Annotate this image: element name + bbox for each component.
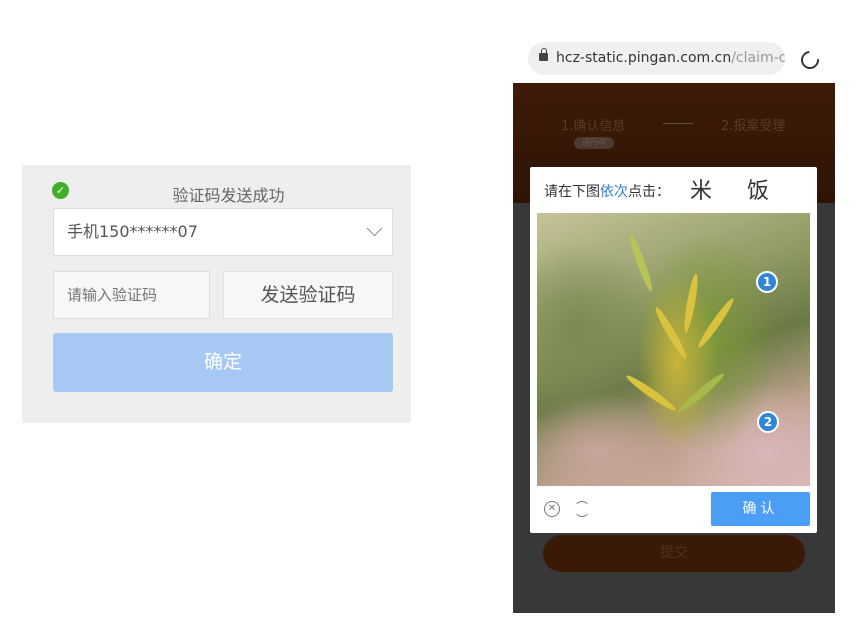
leaf-shape	[652, 305, 690, 361]
submit-button[interactable]: 提交	[543, 535, 805, 572]
leaf-shape	[675, 370, 727, 416]
status-message: 验证码发送成功	[172, 186, 285, 205]
leaf-shape	[624, 372, 678, 414]
leaf-shape	[626, 233, 656, 293]
sms-verification-panel: ✓ 验证码发送成功 手机150******07 发送验证码 确定	[22, 165, 411, 423]
phone-select[interactable]: 手机150******07	[53, 208, 393, 256]
click-marker-1[interactable]: 1	[756, 271, 778, 293]
prompt-highlight: 依次	[600, 184, 628, 200]
prompt-prefix: 请在下图	[544, 184, 600, 200]
captcha-dialog: 请在下图依次点击： 米 饭 1 2 ✕ 确认	[530, 167, 817, 533]
captcha-target-chars: 米 饭	[690, 179, 783, 204]
code-input[interactable]	[53, 271, 210, 319]
prompt-suffix: 点击：	[628, 184, 670, 200]
step-1-badge: 进行中	[574, 137, 614, 149]
url-host: hcz-static.pingan.com.cn	[556, 50, 732, 66]
click-marker-2[interactable]: 2	[757, 411, 779, 433]
step-divider	[663, 123, 693, 124]
leaf-shape	[681, 272, 701, 334]
send-code-button[interactable]: 发送验证码	[223, 271, 393, 319]
captcha-prompt: 请在下图依次点击：	[544, 181, 670, 201]
captcha-image[interactable]: 1 2	[537, 213, 810, 486]
reload-icon[interactable]	[797, 47, 823, 73]
chevron-down-icon	[366, 220, 383, 237]
url-path: /claim-ce	[731, 50, 785, 66]
confirm-button[interactable]: 确定	[53, 333, 393, 392]
refresh-icon[interactable]	[574, 501, 590, 517]
step-1: 1.确认信息	[561, 119, 626, 134]
captcha-confirm-button[interactable]: 确认	[711, 492, 810, 526]
url-bar[interactable]: hcz-static.pingan.com.cn/claim-ce	[528, 42, 785, 75]
close-icon[interactable]: ✕	[544, 501, 560, 517]
step-2: 2.报案受理	[721, 119, 786, 134]
phone-select-value: 手机150******07	[67, 222, 198, 241]
leaf-shape	[695, 296, 737, 350]
lock-icon	[539, 48, 548, 61]
